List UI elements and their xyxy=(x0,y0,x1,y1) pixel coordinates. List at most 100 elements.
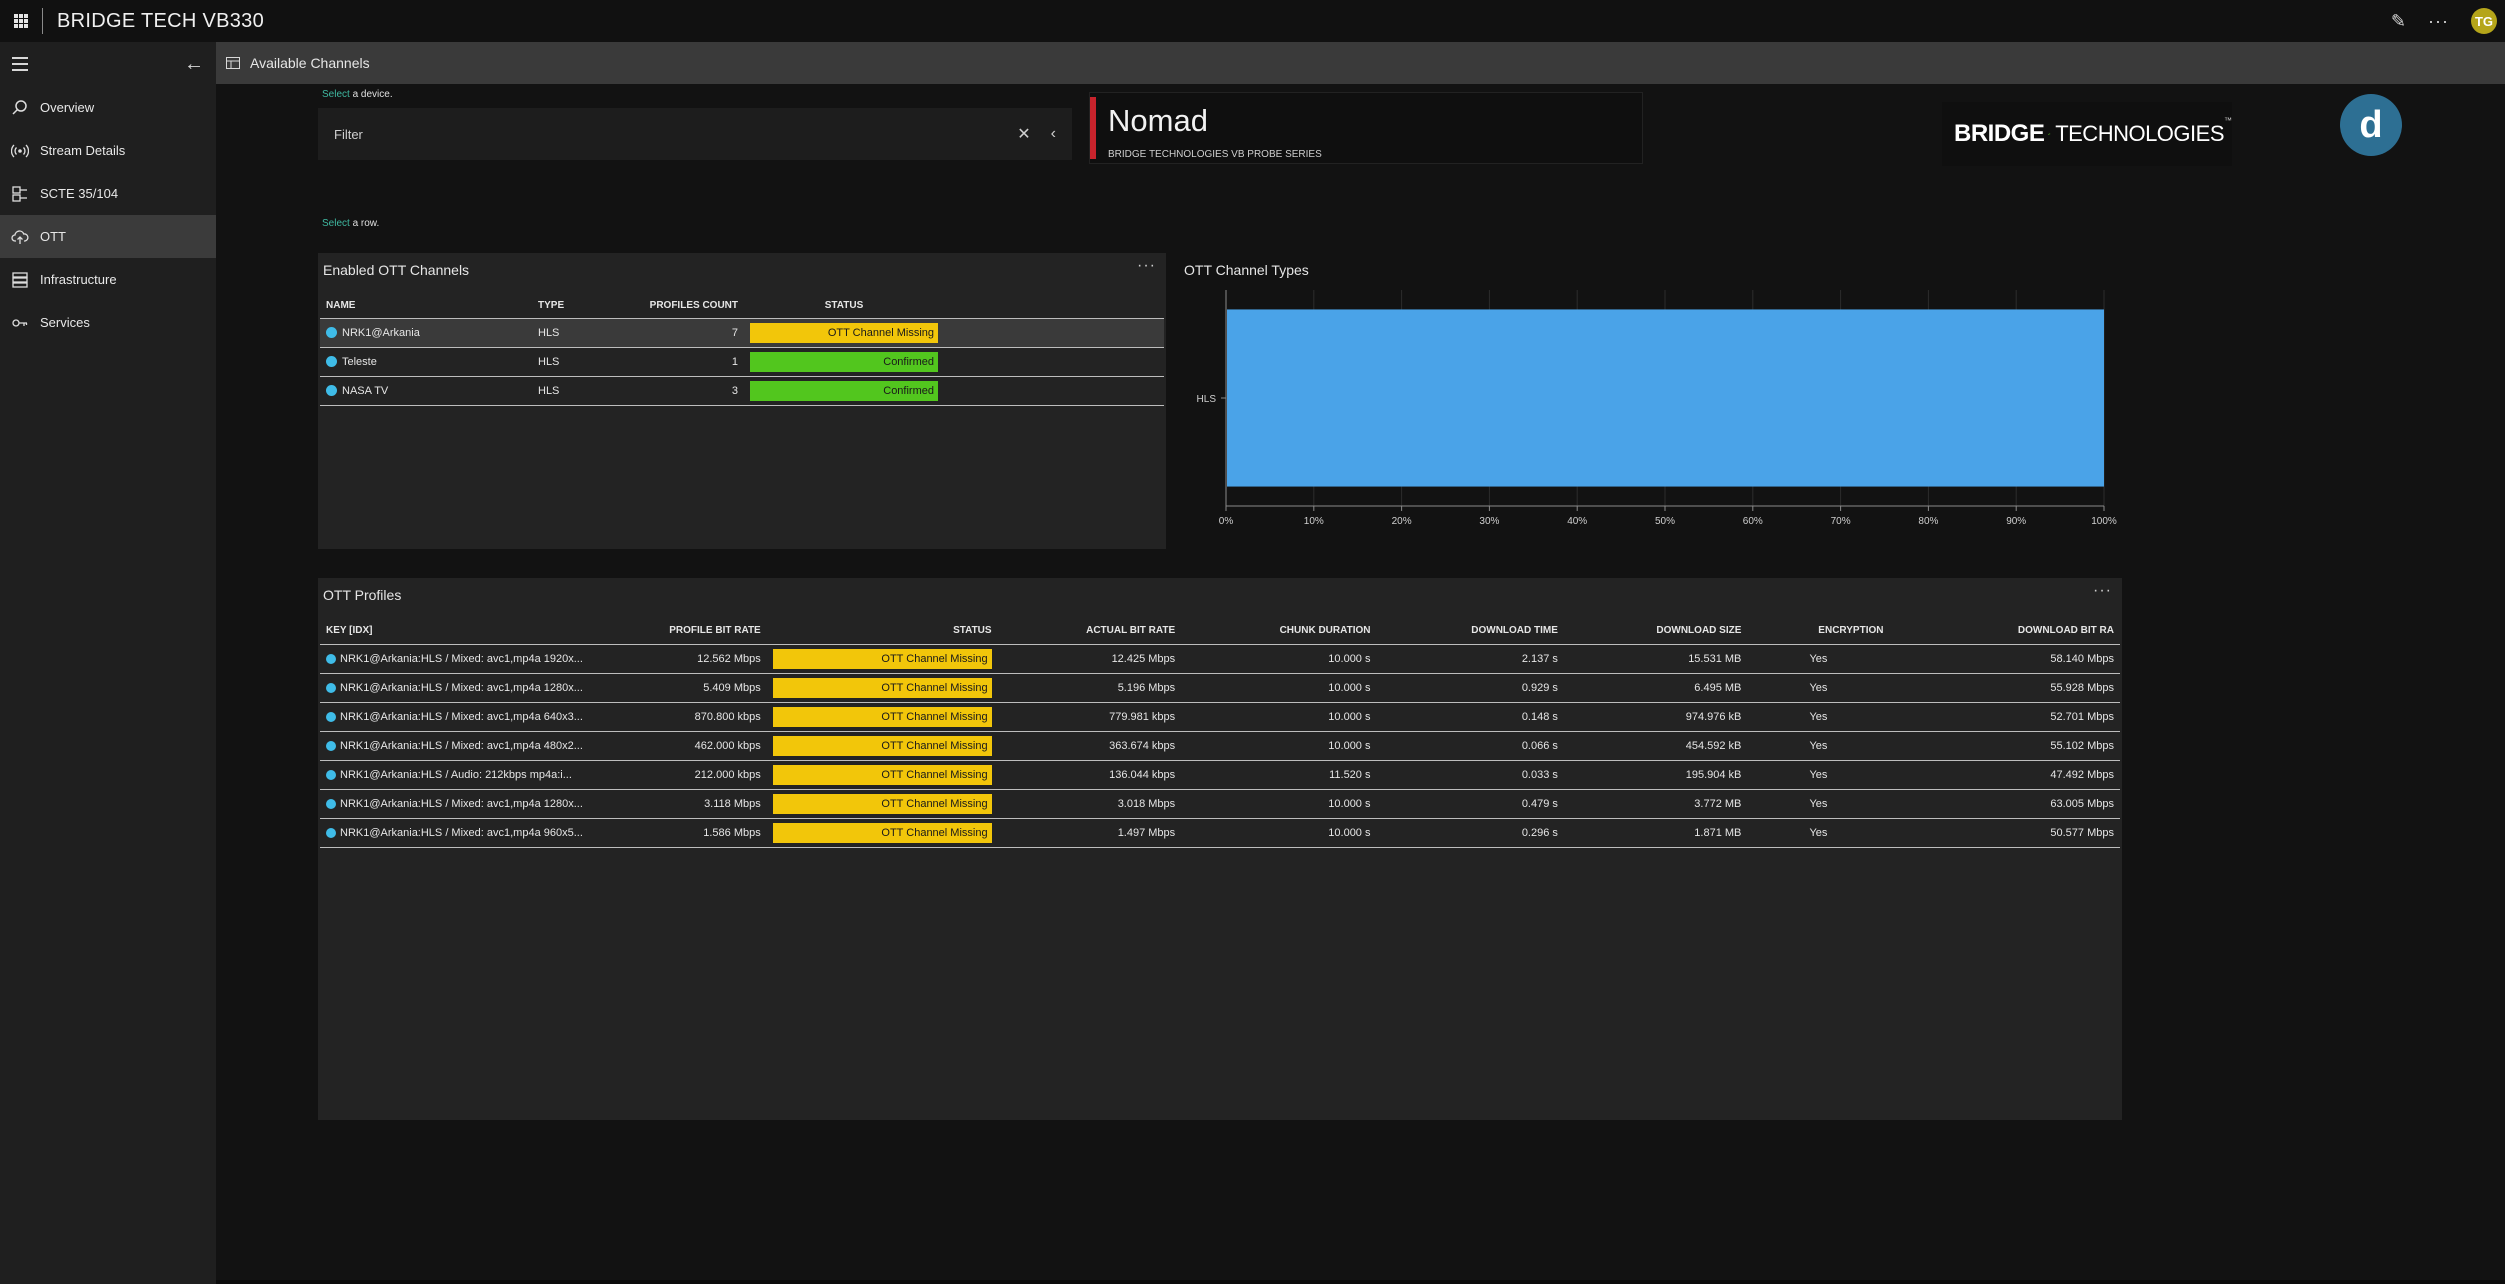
table-row[interactable]: Teleste HLS 1 Confirmed xyxy=(320,347,1164,377)
filter-input[interactable]: Filter xyxy=(334,127,1017,142)
col-status[interactable]: STATUS xyxy=(766,618,998,645)
avatar[interactable]: TG xyxy=(2471,8,2497,34)
x-tick-label: 60% xyxy=(1743,516,1763,527)
channel-type: HLS xyxy=(532,376,584,406)
device-card[interactable]: Nomad BRIDGE TECHNOLOGIES VB PROBE SERIE… xyxy=(1089,92,1643,164)
status-dot-icon xyxy=(326,682,336,693)
x-tick-label: 50% xyxy=(1655,516,1675,527)
arrow-left-icon[interactable]: ← xyxy=(184,53,204,76)
col-download-time[interactable]: DOWNLOAD TIME xyxy=(1376,618,1564,645)
col-status[interactable]: STATUS xyxy=(744,293,944,319)
download-bit-rate: 55.102 Mbps xyxy=(1889,731,2120,761)
x-tick-label: 10% xyxy=(1304,516,1324,527)
sidebar-item-infrastructure[interactable]: Infrastructure xyxy=(0,258,216,301)
col-name[interactable]: NAME xyxy=(320,293,532,319)
table-row[interactable]: NRK1@Arkania:HLS / Mixed: avc1,mp4a 1280… xyxy=(320,789,2120,819)
actual-bit-rate: 3.018 Mbps xyxy=(997,789,1182,819)
sidebar-item-scte-35-104[interactable]: SCTE 35/104 xyxy=(0,172,216,215)
device-subtitle: BRIDGE TECHNOLOGIES VB PROBE SERIES xyxy=(1108,149,1322,160)
download-bit-rate: 58.140 Mbps xyxy=(1889,644,2120,674)
channel-type: HLS xyxy=(532,347,584,377)
sidebar: ← Overview Stream Details SCTE 35/104 OTT In… xyxy=(0,42,216,1284)
actual-bit-rate: 12.425 Mbps xyxy=(997,644,1182,674)
x-tick-label: 30% xyxy=(1479,516,1499,527)
profile-bit-rate: 462.000 kbps xyxy=(588,731,767,761)
sidebar-item-stream-details[interactable]: Stream Details xyxy=(0,129,216,172)
sidebar-item-overview[interactable]: Overview xyxy=(0,86,216,129)
col-actual-bit-rate[interactable]: ACTUAL BIT RATE xyxy=(997,618,1182,645)
x-tick-label: 70% xyxy=(1831,516,1851,527)
sidebar-item-label: OTT xyxy=(40,229,66,244)
key-icon xyxy=(10,313,30,333)
sidebar-item-services[interactable]: Services xyxy=(0,301,216,344)
table-row[interactable]: NRK1@Arkania:HLS / Mixed: avc1,mp4a 1920… xyxy=(320,644,2120,674)
profile-key: NRK1@Arkania:HLS / Mixed: avc1,mp4a 1280… xyxy=(340,681,583,694)
device-hint: Select a device. xyxy=(322,89,393,100)
table-row[interactable]: NRK1@Arkania HLS 7 OTT Channel Missing xyxy=(320,318,1164,348)
sidebar-item-label: Stream Details xyxy=(40,143,126,158)
status-badge: OTT Channel Missing xyxy=(750,322,938,343)
col-profile-bit-rate[interactable]: PROFILE BIT RATE xyxy=(588,618,767,645)
encryption: Yes xyxy=(1747,818,1890,848)
status-dot-icon xyxy=(326,653,336,664)
title-divider xyxy=(42,8,43,34)
col-chunk-duration[interactable]: CHUNK DURATION xyxy=(1181,618,1377,645)
download-time: 0.296 s xyxy=(1376,818,1564,848)
col-download-bit-rate[interactable]: DOWNLOAD BIT RA xyxy=(1889,618,2120,645)
x-tick-label: 100% xyxy=(2091,516,2117,527)
col-download-size[interactable]: DOWNLOAD SIZE xyxy=(1563,618,1748,645)
ellipsis-icon[interactable]: ··· xyxy=(2428,11,2449,32)
chunk-duration: 10.000 s xyxy=(1181,818,1377,848)
encryption: Yes xyxy=(1747,673,1890,703)
download-bit-rate: 55.928 Mbps xyxy=(1889,673,2120,703)
sidebar-item-label: Infrastructure xyxy=(40,272,117,287)
filter-box[interactable]: Filter ✕ ‹ xyxy=(318,108,1072,160)
status-dot-icon xyxy=(326,327,337,339)
download-time: 0.033 s xyxy=(1376,760,1564,790)
ellipsis-icon[interactable]: ··· xyxy=(1137,257,1156,275)
actual-bit-rate: 779.981 kbps xyxy=(997,702,1182,732)
top-bar: BRIDGE TECH VB330 ✎ ··· TG xyxy=(0,0,2505,42)
bar-hls[interactable] xyxy=(1227,309,2104,487)
table-row[interactable]: NRK1@Arkania:HLS / Mixed: avc1,mp4a 480x… xyxy=(320,731,2120,761)
chart-title: OTT Channel Types xyxy=(1184,262,1309,278)
chevron-left-icon[interactable]: ‹ xyxy=(1051,125,1056,143)
table-row[interactable]: NASA TV HLS 3 Confirmed xyxy=(320,376,1164,406)
col-profiles[interactable]: PROFILES COUNT xyxy=(584,293,744,319)
x-tick-label: 40% xyxy=(1567,516,1587,527)
close-icon[interactable]: ✕ xyxy=(1017,124,1030,144)
col-type[interactable]: TYPE xyxy=(532,293,584,319)
encryption: Yes xyxy=(1747,789,1890,819)
sidebar-item-ott[interactable]: OTT xyxy=(0,215,216,258)
pencil-icon[interactable]: ✎ xyxy=(2391,11,2406,32)
download-bit-rate: 63.005 Mbps xyxy=(1889,789,2120,819)
table-row[interactable]: NRK1@Arkania:HLS / Mixed: avc1,mp4a 640x… xyxy=(320,702,2120,732)
download-bit-rate: 50.577 Mbps xyxy=(1889,818,2120,848)
device-name: Nomad xyxy=(1108,103,1208,138)
download-size: 974.976 kB xyxy=(1563,702,1748,732)
ott-profiles-table: KEY [IDX] PROFILE BIT RATE STATUS ACTUAL… xyxy=(320,618,2120,848)
waffle-icon[interactable] xyxy=(14,14,28,28)
x-tick-label: 20% xyxy=(1392,516,1412,527)
download-time: 0.929 s xyxy=(1376,673,1564,703)
encryption: Yes xyxy=(1747,702,1890,732)
broadcast-icon xyxy=(10,141,30,161)
download-time: 0.479 s xyxy=(1376,789,1564,819)
channel-name: Teleste xyxy=(342,355,377,368)
download-size: 15.531 MB xyxy=(1563,644,1748,674)
sub-header-title: Available Channels xyxy=(250,55,370,71)
table-row[interactable]: NRK1@Arkania:HLS / Mixed: avc1,mp4a 960x… xyxy=(320,818,2120,848)
table-row[interactable]: NRK1@Arkania:HLS / Audio: 212kbps mp4a:i… xyxy=(320,760,2120,790)
table-row[interactable]: NRK1@Arkania:HLS / Mixed: avc1,mp4a 1280… xyxy=(320,673,2120,703)
col-key[interactable]: KEY [IDX] xyxy=(320,618,589,645)
download-time: 0.066 s xyxy=(1376,731,1564,761)
status-dot-icon xyxy=(326,827,336,838)
ellipsis-icon[interactable]: ··· xyxy=(2093,582,2112,600)
hamburger-icon[interactable] xyxy=(12,57,28,71)
status-dot-icon xyxy=(326,356,337,368)
search-icon xyxy=(10,98,30,118)
encryption: Yes xyxy=(1747,760,1890,790)
col-encryption[interactable]: ENCRYPTION xyxy=(1747,618,1890,645)
actual-bit-rate: 136.044 kbps xyxy=(997,760,1182,790)
sub-header: Available Channels xyxy=(216,42,2505,84)
